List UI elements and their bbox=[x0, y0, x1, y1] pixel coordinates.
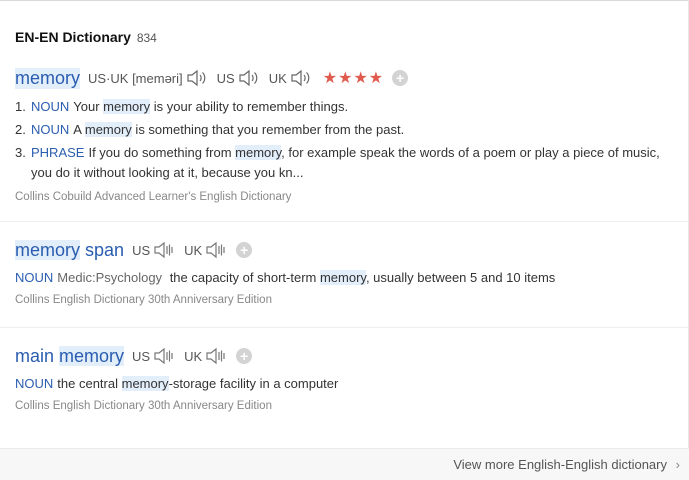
entry-headline: memory US·UK [meməri] US UK ★★★★ + bbox=[15, 67, 675, 89]
entry-main-memory: main memory US UK + NOUN the central memo… bbox=[15, 345, 675, 412]
part-of-speech: NOUN bbox=[31, 122, 70, 137]
dictionary-source: Collins Cobuild Advanced Learner's Engli… bbox=[15, 191, 292, 203]
entry-headline: memory span US UK + bbox=[15, 239, 675, 261]
uk-label: UK bbox=[268, 70, 287, 86]
sense-number: 2. bbox=[15, 122, 26, 137]
top-border bbox=[0, 0, 689, 1]
definition-text: , usually between 5 and 10 items bbox=[365, 270, 556, 285]
highlighted-word: memory bbox=[319, 270, 366, 285]
us-label: US bbox=[132, 348, 151, 364]
entry-headline: main memory US UK + bbox=[15, 345, 675, 367]
add-icon[interactable]: + bbox=[236, 242, 253, 258]
part-of-speech: NOUN bbox=[31, 99, 70, 114]
definition-text: is something that you remember from the … bbox=[131, 122, 405, 137]
part-of-speech: NOUN bbox=[15, 376, 54, 391]
add-icon[interactable]: + bbox=[392, 70, 409, 86]
speaker-icon[interactable] bbox=[205, 347, 227, 365]
us-label: US bbox=[132, 242, 151, 258]
sense-item: 3. PHRASE If you do something from memory… bbox=[15, 143, 675, 183]
rating-stars: ★★★★ bbox=[322, 70, 385, 87]
dictionary-source: Collins English Dictionary 30th Annivers… bbox=[15, 400, 272, 412]
dictionary-count: 834 bbox=[136, 31, 157, 45]
speaker-icon[interactable] bbox=[290, 69, 312, 87]
speaker-icon[interactable] bbox=[205, 241, 227, 259]
definition-text: is your ability to remember things. bbox=[150, 99, 349, 114]
divider bbox=[0, 327, 689, 328]
headword[interactable]: memory span bbox=[15, 239, 124, 261]
uk-label: UK bbox=[184, 242, 203, 258]
view-more-link[interactable]: View more English-English dictionary bbox=[453, 457, 667, 472]
definition-text: If you do something from bbox=[88, 145, 236, 160]
sense-item: 1. NOUN Your memory is your ability to re… bbox=[15, 97, 675, 117]
entry-memory: memory US·UK [meməri] US UK ★★★★ + 1. NO… bbox=[15, 67, 675, 203]
speaker-icon[interactable] bbox=[153, 241, 175, 259]
sense-item: NOUN Medic:Psychology the capacity of sho… bbox=[15, 268, 675, 288]
definition-text: -storage facility in a computer bbox=[168, 376, 339, 391]
speaker-icon[interactable] bbox=[238, 69, 260, 87]
sense-item: NOUN the central memory-storage facility … bbox=[15, 374, 675, 394]
dictionary-source: Collins English Dictionary 30th Annivers… bbox=[15, 294, 272, 306]
dictionary-header: EN-EN Dictionary 834 bbox=[15, 29, 157, 45]
sense-number: 1. bbox=[15, 99, 26, 114]
part-of-speech: PHRASE bbox=[31, 145, 85, 160]
highlighted-word: memory bbox=[121, 376, 169, 391]
highlighted-word: memory bbox=[84, 122, 132, 137]
headword[interactable]: memory bbox=[15, 67, 81, 89]
chevron-right-icon[interactable]: › bbox=[676, 457, 680, 472]
highlighted-word: memory bbox=[103, 99, 151, 114]
divider bbox=[0, 221, 689, 222]
highlighted-word: memory bbox=[235, 145, 282, 160]
entry-memory-span: memory span US UK + NOUN Medic:Psychology… bbox=[15, 239, 675, 306]
headword[interactable]: main memory bbox=[15, 345, 125, 367]
definition-text: the central bbox=[57, 376, 122, 391]
uk-label: UK bbox=[184, 348, 203, 364]
sense-item: 2. NOUN A memory is something that you re… bbox=[15, 120, 675, 140]
speaker-icon[interactable] bbox=[186, 69, 208, 87]
domain-label: Medic:Psychology bbox=[57, 270, 163, 285]
dictionary-title: EN-EN Dictionary bbox=[15, 29, 131, 45]
us-label: US bbox=[216, 70, 235, 86]
definition-text: the capacity of short-term bbox=[169, 270, 320, 285]
footer-bar: View more English-English dictionary › bbox=[0, 448, 689, 480]
definition-text: Your bbox=[73, 99, 104, 114]
part-of-speech: NOUN bbox=[15, 270, 54, 285]
definition-text: A bbox=[73, 122, 85, 137]
sense-number: 3. bbox=[15, 145, 26, 160]
phonetic: US·UK [meməri] bbox=[88, 70, 183, 86]
add-icon[interactable]: + bbox=[236, 348, 253, 364]
speaker-icon[interactable] bbox=[153, 347, 175, 365]
